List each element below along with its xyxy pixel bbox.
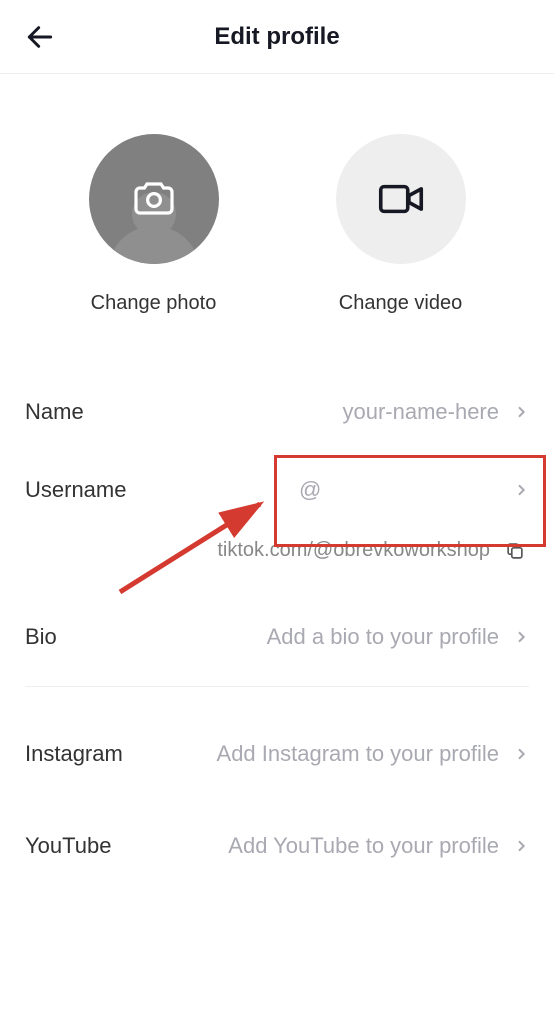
name-label: Name — [25, 399, 84, 425]
profile-link-row: tiktok.com/@obrevkoworkshop — [25, 529, 529, 598]
change-photo-button[interactable]: Change photo — [89, 134, 219, 315]
change-video-button[interactable]: Change video — [336, 134, 466, 315]
divider — [25, 686, 529, 687]
bio-label: Bio — [25, 624, 57, 650]
bio-value: Add a bio to your profile — [267, 624, 499, 650]
bio-row[interactable]: Bio Add a bio to your profile — [25, 598, 529, 676]
name-value: your-name-here — [342, 399, 499, 425]
arrow-left-icon — [24, 21, 56, 53]
chevron-right-icon — [513, 404, 529, 420]
chevron-right-icon — [513, 746, 529, 762]
media-section: Change photo Change video — [0, 74, 554, 345]
instagram-row[interactable]: Instagram Add Instagram to your profile — [25, 715, 529, 793]
username-label: Username — [25, 477, 126, 503]
change-video-label: Change video — [339, 292, 462, 315]
header: Edit profile — [0, 0, 554, 74]
username-row[interactable]: Username @ — [25, 451, 529, 529]
name-row[interactable]: Name your-name-here — [25, 373, 529, 451]
chevron-right-icon — [513, 838, 529, 854]
settings-list: Name your-name-here Username @ tiktok.co… — [0, 345, 554, 885]
video-camera-icon — [374, 172, 428, 226]
change-photo-label: Change photo — [91, 292, 217, 315]
youtube-label: YouTube — [25, 833, 111, 859]
instagram-value: Add Instagram to your profile — [217, 741, 499, 767]
copy-icon[interactable] — [504, 540, 526, 562]
chevron-right-icon — [513, 482, 529, 498]
youtube-value: Add YouTube to your profile — [228, 833, 499, 859]
avatar-placeholder — [89, 134, 219, 264]
instagram-label: Instagram — [25, 741, 123, 767]
username-value: @ — [299, 477, 499, 503]
page-title: Edit profile — [0, 23, 554, 51]
profile-link-text: tiktok.com/@obrevkoworkshop — [217, 539, 490, 562]
camera-icon — [130, 175, 178, 223]
chevron-right-icon — [513, 629, 529, 645]
youtube-row[interactable]: YouTube Add YouTube to your profile — [25, 807, 529, 885]
video-placeholder — [336, 134, 466, 264]
back-button[interactable] — [20, 17, 60, 57]
